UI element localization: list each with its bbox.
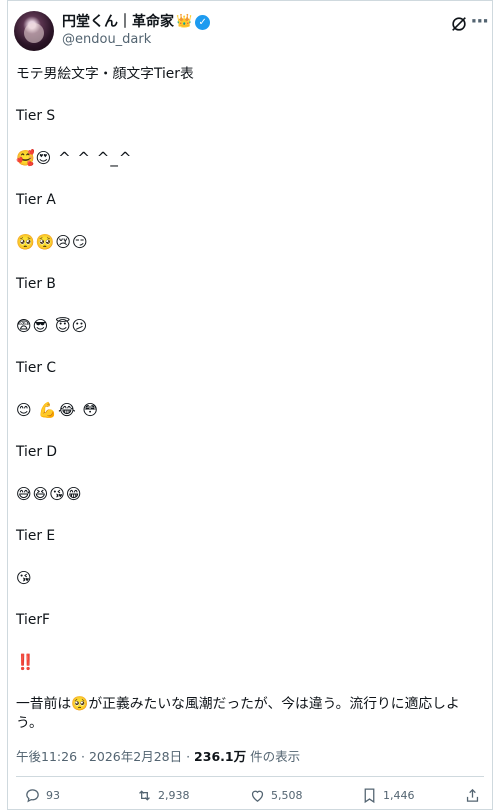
tier-b-items: 😨😎 😇😕	[16, 317, 89, 335]
repost-count: 2,938	[158, 789, 190, 802]
crown-icon: 👑	[176, 14, 193, 29]
tier-f-label: TierF	[16, 612, 50, 628]
post-title: モテ男絵文字・顔文字Tier表	[16, 66, 194, 82]
action-bar: 93 2,938 5,508 1,446	[16, 787, 484, 807]
share-button[interactable]	[464, 787, 486, 804]
author-display-name[interactable]: 円堂くん｜革命家	[62, 13, 174, 31]
post-card: 円堂くん｜革命家 👑 ✓ @endou_dark ··· モテ男絵文字・顔文字T…	[7, 0, 493, 810]
tier-f-items: ‼️	[16, 653, 35, 671]
heart-icon	[251, 790, 264, 802]
divider	[16, 776, 484, 777]
view-count: 236.1万	[194, 749, 247, 764]
post-header: 円堂くん｜革命家 👑 ✓ @endou_dark ···	[14, 11, 492, 53]
reply-icon	[26, 789, 39, 803]
bookmark-button[interactable]: 1,446	[361, 787, 415, 804]
closing-text: 一昔前は🥺が正義みたいな風潮だったが、今は違う。流行りに適応しよう。	[16, 696, 460, 731]
tier-c-items: 😊 💪😂 😳	[16, 401, 100, 419]
like-button[interactable]: 5,508	[249, 787, 303, 804]
view-suffix: 件の表示	[246, 749, 301, 764]
tier-s-label: Tier S	[16, 108, 56, 124]
tier-e-items: 😘	[16, 569, 33, 587]
tier-a-items: 🥺🥺😢😏	[16, 233, 89, 251]
tier-e-label: Tier E	[16, 528, 56, 544]
repost-icon	[139, 790, 150, 801]
post-timestamp[interactable]: 午後11:26 · 2026年2月28日 ·	[16, 749, 194, 764]
author-name-row[interactable]: 円堂くん｜革命家 👑 ✓	[62, 13, 211, 31]
like-count: 5,508	[271, 789, 303, 802]
more-options-icon[interactable]: ···	[470, 11, 488, 32]
share-icon	[466, 788, 479, 802]
tier-d-label: Tier D	[16, 444, 58, 460]
reply-count: 93	[46, 789, 60, 802]
repost-button[interactable]: 2,938	[136, 787, 190, 804]
author-info: 円堂くん｜革命家 👑 ✓ @endou_dark	[62, 13, 211, 49]
post-meta: 午後11:26 · 2026年2月28日 · 236.1万 件の表示	[16, 746, 300, 765]
bookmark-count: 1,446	[383, 789, 415, 802]
bookmark-icon	[364, 788, 375, 804]
author-handle[interactable]: @endou_dark	[62, 31, 210, 49]
reply-button[interactable]: 93	[24, 787, 60, 804]
tier-b-label: Tier B	[16, 276, 56, 292]
tier-a-label: Tier A	[16, 192, 56, 208]
avatar[interactable]	[14, 11, 54, 51]
tier-d-items: 😅😆😘😁	[16, 485, 83, 503]
tier-s-items: 🥰😍 ^ ^ ^_^	[16, 149, 133, 167]
grok-icon[interactable]	[450, 15, 468, 33]
tier-c-label: Tier C	[16, 360, 57, 376]
verified-badge-icon: ✓	[195, 14, 211, 30]
